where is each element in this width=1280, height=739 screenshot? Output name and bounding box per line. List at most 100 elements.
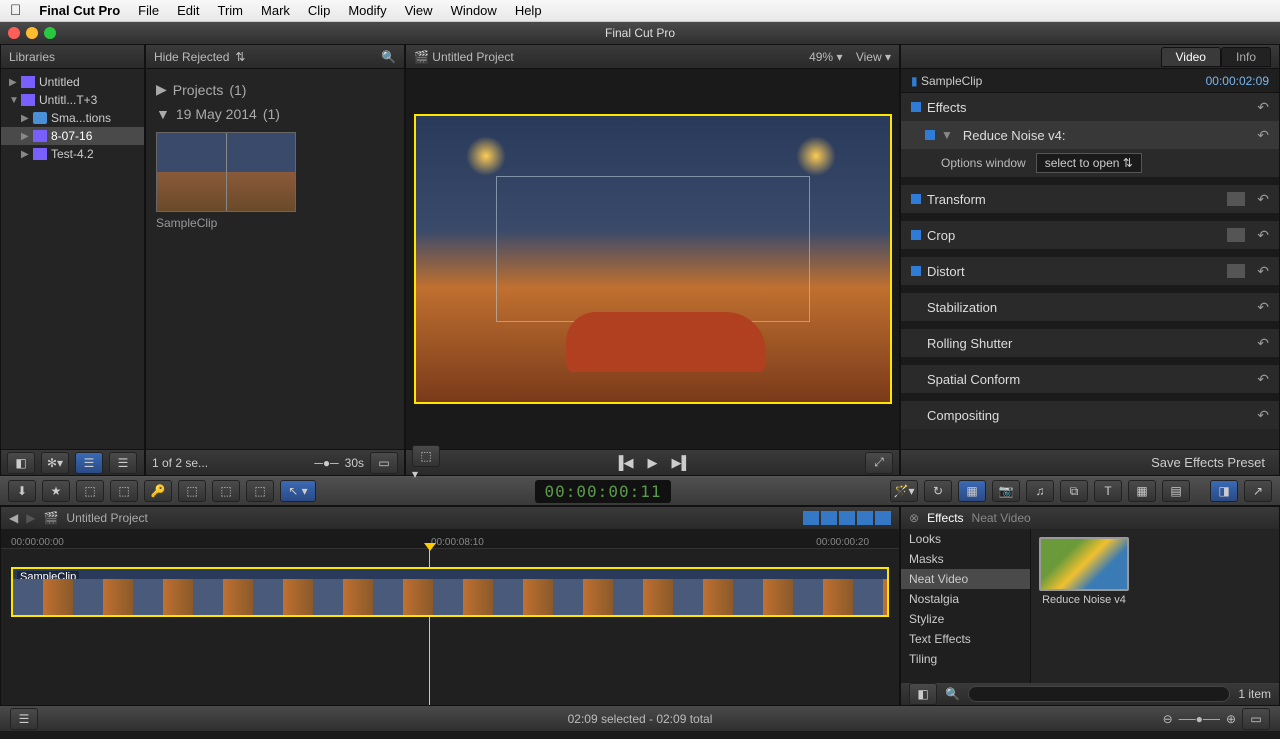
next-edit-button[interactable]: ▶▌ — [672, 455, 691, 471]
toggle-categories-button[interactable]: ◧ — [909, 683, 937, 705]
toggle-sidebar-button[interactable]: ◧ — [7, 452, 35, 474]
transform-dropdown-icon[interactable]: ▾ — [412, 467, 418, 481]
inspector-section-transform[interactable]: Transform↶ — [901, 185, 1279, 213]
effect-item-reduce-noise[interactable]: Reduce Noise v4 — [1039, 537, 1129, 606]
inspector-section-spatial-conform[interactable]: Spatial Conform↶ — [901, 365, 1279, 393]
inspector-section-distort[interactable]: Distort↶ — [901, 257, 1279, 285]
disclosure-icon[interactable]: ▼ — [156, 106, 170, 122]
inspector-toggle-button[interactable]: ◨ — [1210, 480, 1238, 502]
library-item-smartcollections[interactable]: ▶Sma...tions — [1, 109, 144, 127]
inspector-section-effects[interactable]: Effects↶ — [901, 93, 1279, 121]
library-item-test-4-2[interactable]: ▶Test-4.2 — [1, 145, 144, 163]
timeline-history-fwd-icon[interactable]: ▶ — [26, 511, 35, 525]
menu-modify[interactable]: Modify — [348, 3, 386, 18]
titles-browser-button[interactable]: T — [1094, 480, 1122, 502]
timecode-display[interactable]: 00:00:00:11 — [535, 480, 672, 503]
view-menu-label[interactable]: View — [856, 50, 882, 64]
tool-button[interactable]: ⬚ — [76, 480, 104, 502]
maximize-window-button[interactable] — [44, 27, 56, 39]
menu-trim[interactable]: Trim — [218, 3, 244, 18]
reset-icon[interactable]: ↶ — [1257, 99, 1269, 116]
disclosure-icon[interactable]: ▶ — [156, 81, 167, 98]
inspector-tab-info[interactable]: Info — [1221, 47, 1271, 67]
transform-tool-button[interactable]: ⬚ — [412, 445, 440, 467]
audio-lanes-button[interactable] — [821, 511, 837, 525]
crop-icon[interactable] — [1227, 228, 1245, 242]
fx-category-text-effects[interactable]: Text Effects — [901, 629, 1030, 649]
loop-button[interactable]: ↻ — [924, 480, 952, 502]
snapping-button[interactable] — [857, 511, 873, 525]
menu-file[interactable]: File — [138, 3, 159, 18]
clip-appearance-button[interactable] — [839, 511, 855, 525]
filmstrip-view-button[interactable]: ☰ — [75, 452, 103, 474]
prev-edit-button[interactable]: ▐◀ — [614, 455, 633, 471]
list-view-button[interactable]: ☰ — [109, 452, 137, 474]
clip-appearance-button[interactable]: ▭ — [370, 452, 398, 474]
inspector-section-stabilization[interactable]: Stabilization↶ — [901, 293, 1279, 321]
reset-icon[interactable]: ↶ — [1257, 263, 1269, 280]
disclosure-icon[interactable]: ▼ — [941, 128, 953, 142]
zoom-slider[interactable]: ──●── — [1179, 712, 1220, 726]
gear-menu-button[interactable]: ✻▾ — [41, 452, 69, 474]
photos-browser-button[interactable]: 📷 — [992, 480, 1020, 502]
inspector-section-compositing[interactable]: Compositing↶ — [901, 401, 1279, 429]
fx-category-neat-video[interactable]: Neat Video — [901, 569, 1030, 589]
menu-mark[interactable]: Mark — [261, 3, 290, 18]
timeline-clip-sampleclip[interactable]: SampleClip — [11, 567, 889, 617]
menu-help[interactable]: Help — [515, 3, 542, 18]
menu-edit[interactable]: Edit — [177, 3, 199, 18]
timeline-index-button[interactable] — [803, 511, 819, 525]
reset-icon[interactable]: ↶ — [1257, 127, 1269, 144]
inspector-tab-video[interactable]: Video — [1161, 47, 1221, 67]
viewer-zoom[interactable]: 49% — [809, 50, 833, 64]
effects-browser-button[interactable]: ▦ — [958, 480, 986, 502]
filter-label[interactable]: Hide Rejected — [154, 50, 229, 64]
distort-checkbox[interactable] — [911, 266, 921, 276]
minimize-window-button[interactable] — [26, 27, 38, 39]
app-name[interactable]: Final Cut Pro — [39, 3, 120, 18]
skimming-button[interactable] — [875, 511, 891, 525]
reset-icon[interactable]: ↶ — [1257, 407, 1269, 424]
timeline-tracks[interactable]: SampleClip — [1, 549, 899, 705]
library-item-untitl-t3[interactable]: ▼Untitl...T+3 — [1, 91, 144, 109]
fx-category-looks[interactable]: Looks — [901, 529, 1030, 549]
viewer-canvas[interactable] — [406, 69, 899, 449]
arrow-tool-button[interactable]: ↖ ▾ — [280, 480, 316, 502]
timeline-index-button[interactable]: ☰ — [10, 708, 38, 730]
thumbnail-size-slider[interactable]: ─●─ — [314, 456, 338, 470]
options-select[interactable]: select to open ⇅ — [1036, 153, 1142, 173]
reset-icon[interactable]: ↶ — [1257, 371, 1269, 388]
import-button[interactable]: ⬇ — [8, 480, 36, 502]
view-dropdown-icon[interactable]: ▾ — [885, 50, 891, 64]
timeline-ruler[interactable]: 00:00:00:00 00:00:08:10 00:00:00:20 — [1, 529, 899, 549]
apple-menu-icon[interactable]:  — [10, 2, 21, 19]
reset-icon[interactable]: ↶ — [1257, 299, 1269, 316]
reset-icon[interactable]: ↶ — [1257, 191, 1269, 208]
music-browser-button[interactable]: ♫ — [1026, 480, 1054, 502]
crop-checkbox[interactable] — [911, 230, 921, 240]
library-item-8-07-16[interactable]: ▶8-07-16 — [1, 127, 144, 145]
inspector-section-rolling-shutter[interactable]: Rolling Shutter↶ — [901, 329, 1279, 357]
inspector-effect-reduce-noise[interactable]: ▼Reduce Noise v4:↶ — [901, 121, 1279, 149]
effects-search-field[interactable] — [968, 686, 1230, 702]
transitions-browser-button[interactable]: ⧉ — [1060, 480, 1088, 502]
transform-icon[interactable] — [1227, 192, 1245, 206]
fx-category-masks[interactable]: Masks — [901, 549, 1030, 569]
insert-button[interactable]: ⬚ — [212, 480, 240, 502]
fullscreen-button[interactable]: ⤢ — [865, 452, 893, 474]
themes-browser-button[interactable]: ▤ — [1162, 480, 1190, 502]
zoom-in-button[interactable]: ⊕ — [1226, 712, 1236, 726]
save-effects-preset-button[interactable]: Save Effects Preset — [1143, 455, 1273, 470]
close-icon[interactable]: ⊗ — [909, 511, 919, 525]
distort-icon[interactable] — [1227, 264, 1245, 278]
fx-category-nostalgia[interactable]: Nostalgia — [901, 589, 1030, 609]
clip-appearance-button[interactable]: ▭ — [1242, 708, 1270, 730]
fx-category-tiling[interactable]: Tiling — [901, 649, 1030, 669]
fx-category-stylize[interactable]: Stylize — [901, 609, 1030, 629]
zoom-out-button[interactable]: ⊖ — [1163, 712, 1173, 726]
enhance-button[interactable]: 🔑 — [144, 480, 172, 502]
zoom-dropdown-icon[interactable]: ▾ — [836, 50, 842, 64]
retiming-button[interactable]: 🪄▾ — [890, 480, 918, 502]
library-item-untitled[interactable]: ▶Untitled — [1, 73, 144, 91]
reset-icon[interactable]: ↶ — [1257, 227, 1269, 244]
